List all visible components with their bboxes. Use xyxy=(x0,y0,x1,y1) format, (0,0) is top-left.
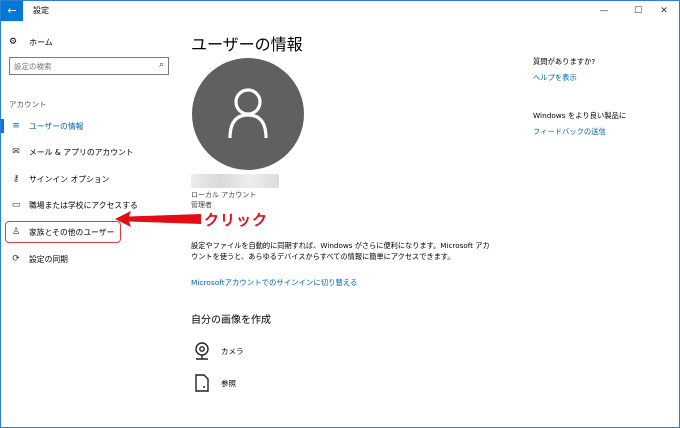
feedback-link[interactable]: フィードバックの送信 xyxy=(533,127,606,137)
avatar xyxy=(192,58,304,170)
nav-home-label: ホーム xyxy=(29,37,53,47)
account-role: 管理者 xyxy=(191,201,212,209)
camera-option[interactable]: カメラ xyxy=(193,341,244,361)
minimize-button[interactable]: — xyxy=(589,1,619,21)
close-button[interactable]: ✕ xyxy=(649,1,679,21)
sync-icon: ⟳ xyxy=(12,254,20,264)
camera-label: カメラ xyxy=(221,346,244,356)
window-title: 設定 xyxy=(33,6,49,15)
search-icon[interactable]: ⌕ xyxy=(159,60,164,70)
help-panel: 質問がありますか? ヘルプを表示 Windows をより良い製品に フィードバッ… xyxy=(533,21,673,221)
back-button[interactable]: ← xyxy=(1,1,23,21)
page-title: ユーザーの情報 xyxy=(191,35,303,54)
main-content: ユーザーの情報 ローカル アカウント 管理者 設定やファイルを自動的に同期すれば… xyxy=(175,21,507,427)
person-icon xyxy=(228,88,268,139)
arrow-left-icon: ← xyxy=(7,4,17,17)
title-bar: ← 設定 — ☐ ✕ xyxy=(1,1,679,21)
gear-icon: ⚙ xyxy=(9,37,18,47)
sidebar-item-label: ユーザーの情報 xyxy=(29,121,84,131)
sidebar-item-sync-settings[interactable]: ⟳ 設定の同期 xyxy=(9,252,68,266)
person-card-icon: ≡ xyxy=(12,121,20,131)
help-question: 質問がありますか? xyxy=(533,57,596,66)
sync-description: 設定やファイルを自動的に同期すれば、Windows がさらに便利になります。Mi… xyxy=(191,241,490,261)
nav-home[interactable]: ⚙ ホーム xyxy=(9,35,53,49)
search-box[interactable]: ⌕ xyxy=(9,57,169,75)
settings-window: ← 設定 — ☐ ✕ ⚙ ホーム ⌕ アカウント ≡ ユーザーの情報 ✉ メール… xyxy=(0,0,680,428)
key-icon: ⚷ xyxy=(12,174,20,184)
get-help-link[interactable]: ヘルプを表示 xyxy=(533,73,577,83)
briefcase-icon: ▭ xyxy=(11,200,21,210)
improve-windows-heading: Windows をより良い製品に xyxy=(533,111,627,120)
picture-heading: 自分の画像を作成 xyxy=(191,315,271,326)
file-browse-icon xyxy=(193,373,211,393)
microsoft-account-link[interactable]: Microsoftアカウントでのサインインに切り替える xyxy=(191,277,357,288)
sidebar-item-label: 設定の同期 xyxy=(29,254,68,264)
sidebar-item-your-info[interactable]: ≡ ユーザーの情報 xyxy=(9,119,83,133)
account-type: ローカル アカウント xyxy=(191,191,257,199)
blurred-username xyxy=(191,174,279,188)
highlight-box xyxy=(5,221,121,243)
browse-option[interactable]: 参照 xyxy=(193,373,236,393)
sidebar-item-sign-in-options[interactable]: ⚷ サインイン オプション xyxy=(9,172,110,186)
browse-label: 参照 xyxy=(221,378,236,388)
sidebar-item-email-accounts[interactable]: ✉ メール & アプリのアカウント xyxy=(9,145,134,159)
sidebar-item-label: サインイン オプション xyxy=(29,174,110,184)
section-heading: アカウント xyxy=(9,100,47,109)
sidebar-item-label: メール & アプリのアカウント xyxy=(29,147,134,157)
mail-icon: ✉ xyxy=(12,147,20,157)
search-input[interactable] xyxy=(14,60,152,72)
webcam-icon xyxy=(193,341,211,361)
active-indicator xyxy=(1,119,4,133)
